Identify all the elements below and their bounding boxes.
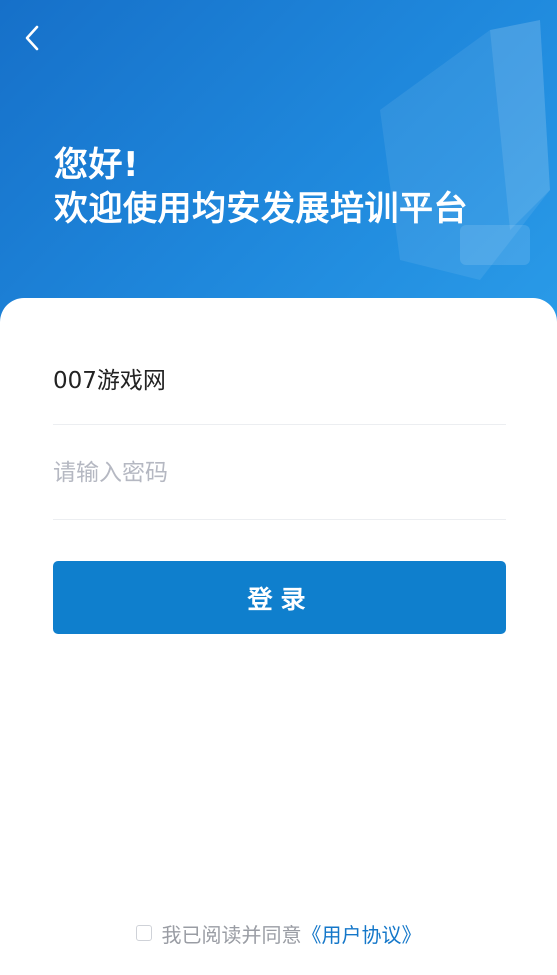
welcome-heading: 您好! 欢迎使用均安发展培训平台 (54, 143, 468, 231)
user-agreement-link[interactable]: 《用户协议》 (302, 919, 422, 948)
checkbox-unchecked-icon[interactable] (135, 925, 152, 941)
login-button[interactable]: 登录 (53, 561, 506, 634)
username-input[interactable] (53, 331, 506, 424)
greeting-line-2: 欢迎使用均安发展培训平台 (54, 189, 468, 229)
agreement-text: 我已阅读并同意 (161, 922, 302, 947)
agreement-row: 我已阅读并同意 《用户协议》 (0, 916, 557, 950)
back-button[interactable] (14, 20, 50, 56)
chevron-left-icon (25, 25, 39, 51)
greeting-line-1: 您好! (54, 145, 140, 185)
username-field (53, 331, 506, 425)
header-banner: 您好! 欢迎使用均安发展培训平台 (0, 0, 557, 330)
password-input[interactable] (53, 426, 506, 519)
password-field (53, 426, 506, 520)
